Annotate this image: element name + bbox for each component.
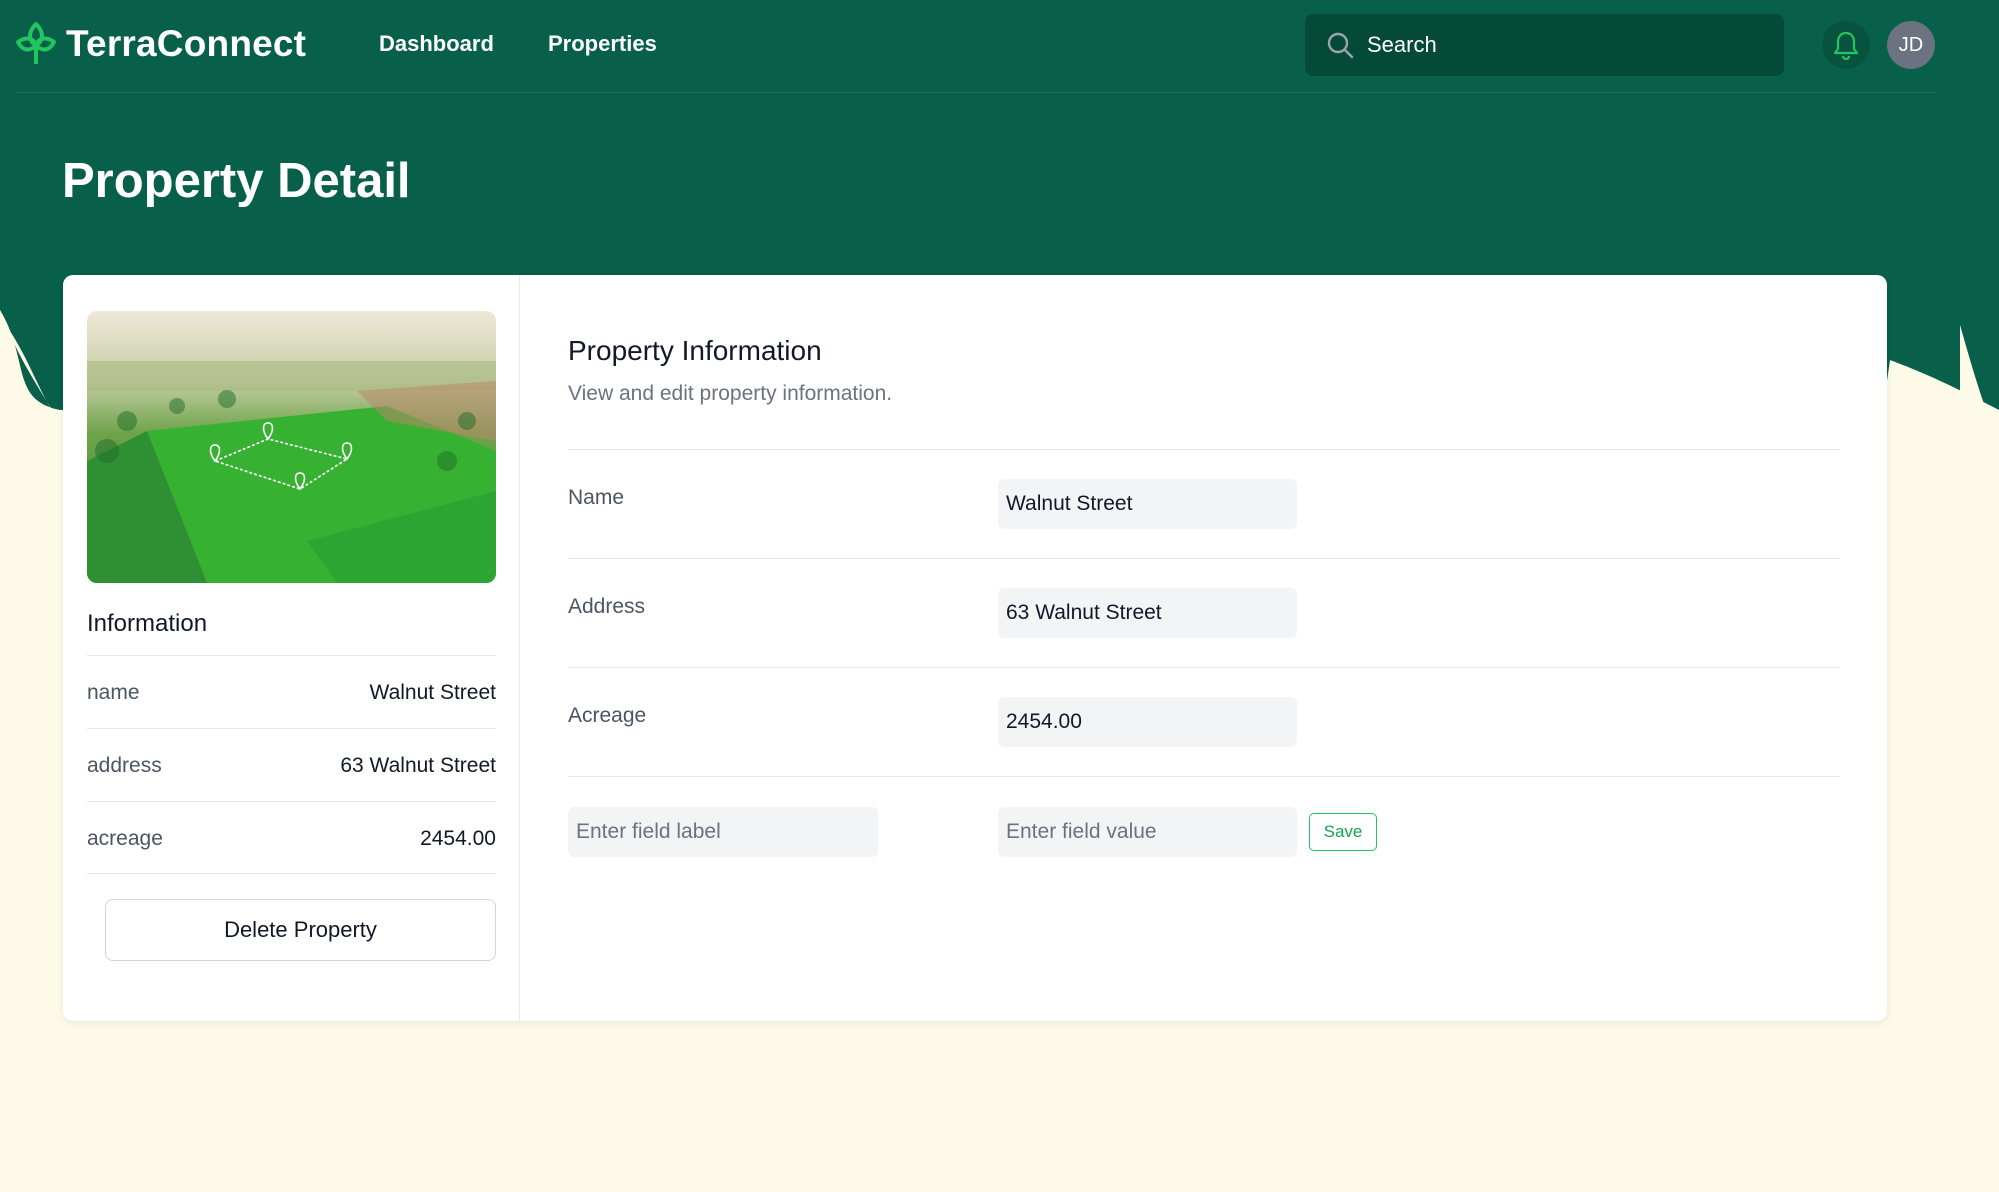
info-row-name: name Walnut Street — [87, 655, 496, 728]
divider — [568, 667, 1840, 668]
section-title: Property Information — [568, 335, 822, 366]
leaf-logo-icon — [16, 22, 56, 64]
info-row-acreage: acreage 2454.00 — [87, 801, 496, 874]
info-value: Walnut Street — [369, 681, 496, 704]
info-value: 63 Walnut Street — [340, 754, 496, 777]
info-value: 2454.00 — [420, 827, 496, 850]
app-name: TerraConnect — [66, 23, 307, 64]
property-card: Information name Walnut Street address 6… — [63, 275, 1887, 1021]
info-row-address: address 63 Walnut Street — [87, 728, 496, 801]
new-field-label-input[interactable] — [568, 807, 878, 857]
field-label-acreage: Acreage — [568, 704, 647, 727]
navbar-divider — [16, 92, 1936, 93]
user-avatar[interactable]: JD — [1887, 21, 1935, 69]
info-key: address — [87, 754, 162, 777]
search-bar[interactable] — [1305, 14, 1784, 76]
delete-property-button[interactable]: Delete Property — [105, 899, 496, 961]
page-title: Property Detail — [62, 154, 411, 208]
information-panel: Information name Walnut Street address 6… — [63, 275, 520, 1021]
info-key: acreage — [87, 827, 163, 850]
nav-dashboard-link[interactable]: Dashboard — [379, 31, 494, 57]
new-field-value-input[interactable] — [998, 807, 1297, 857]
name-field[interactable] — [998, 479, 1297, 529]
divider — [568, 776, 1840, 777]
save-button[interactable]: Save — [1309, 813, 1377, 851]
field-label-name: Name — [568, 486, 625, 509]
information-title: Information — [87, 610, 208, 637]
search-input[interactable] — [1367, 32, 1767, 58]
property-image — [87, 311, 496, 583]
acreage-field[interactable] — [998, 697, 1297, 747]
app-logo[interactable]: TerraConnect — [14, 20, 306, 68]
field-label-address: Address — [568, 595, 646, 618]
info-key: name — [87, 681, 140, 704]
divider — [568, 449, 1840, 450]
notifications-button[interactable] — [1822, 21, 1870, 69]
section-subtitle: View and edit property information. — [568, 382, 893, 405]
top-navbar: TerraConnect Dashboard Properties JD — [0, 0, 1999, 93]
nav-properties-link[interactable]: Properties — [548, 31, 657, 57]
address-field[interactable] — [998, 588, 1297, 638]
aerial-field-image — [87, 311, 496, 583]
property-information-panel: Property Information View and edit prope… — [521, 275, 1887, 1021]
divider — [568, 558, 1840, 559]
search-icon — [1327, 32, 1354, 59]
bell-icon — [1833, 31, 1859, 61]
